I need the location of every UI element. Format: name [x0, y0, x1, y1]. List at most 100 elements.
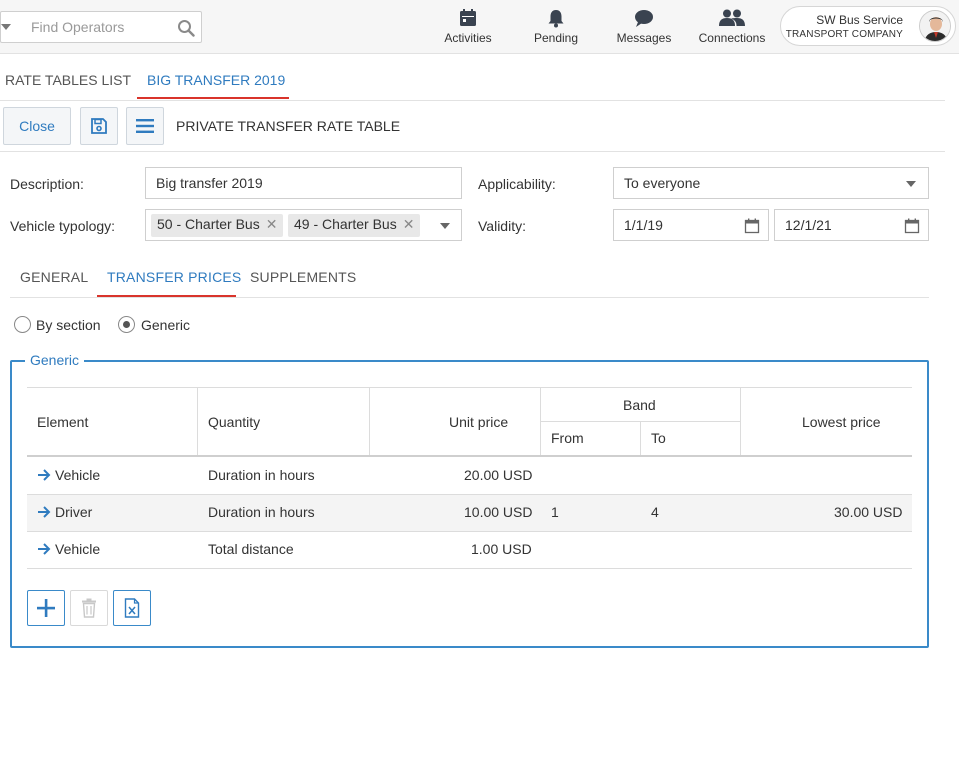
user-menu[interactable]: SW Bus Service TRANSPORT COMPANY: [780, 6, 956, 46]
active-tab-indicator: [137, 97, 289, 99]
export-excel-button[interactable]: [113, 590, 151, 626]
document-tabs: RATE TABLES LIST BIG TRANSFER 2019: [0, 54, 945, 101]
cell-quantity: Duration in hours: [208, 504, 315, 520]
calendar-icon[interactable]: [904, 218, 920, 234]
row-divider: [27, 568, 912, 569]
table-border: [27, 387, 912, 388]
cell-to: 4: [651, 504, 659, 520]
description-input[interactable]: [146, 168, 461, 198]
column-header-to[interactable]: To: [651, 430, 666, 446]
nav-label: Connections: [698, 31, 766, 45]
validity-label: Validity:: [478, 218, 526, 234]
top-bar: Activities Pending Messages Connections …: [0, 0, 959, 54]
tab-transfer-prices[interactable]: TRANSFER PRICES: [107, 269, 241, 285]
remove-chip-icon[interactable]: ✕: [403, 216, 415, 232]
tab-rate-tables-list[interactable]: RATE TABLES LIST: [5, 72, 131, 88]
table-border: [369, 387, 370, 455]
column-header-quantity[interactable]: Quantity: [208, 414, 260, 430]
add-row-button[interactable]: [27, 590, 65, 626]
excel-file-icon: [124, 598, 140, 618]
arrow-right-icon: [38, 506, 51, 518]
vehicle-chip: 49 - Charter Bus ✕: [288, 214, 421, 237]
search-icon[interactable]: [177, 19, 195, 37]
trash-icon: [82, 598, 96, 618]
validity-from-field[interactable]: 1/1/19: [613, 209, 769, 241]
arrow-right-icon: [38, 469, 51, 481]
column-header-band: Band: [623, 397, 656, 413]
cell-unit-price: 10.00 USD: [464, 504, 533, 520]
calendar-icon[interactable]: [744, 218, 760, 234]
nav-label: Activities: [444, 31, 492, 45]
tab-supplements[interactable]: SUPPLEMENTS: [250, 269, 356, 285]
search-input[interactable]: [31, 16, 171, 38]
nav-connections[interactable]: Connections: [694, 8, 770, 50]
nav-activities[interactable]: Activities: [440, 8, 496, 50]
description-field[interactable]: [145, 167, 462, 199]
plus-icon: [37, 599, 55, 617]
remove-chip-icon[interactable]: ✕: [266, 216, 278, 232]
cell-element-label: Vehicle: [55, 467, 101, 483]
menu-button[interactable]: [126, 107, 164, 145]
tab-general[interactable]: GENERAL: [20, 269, 88, 285]
table-border: [27, 455, 912, 457]
page-title: PRIVATE TRANSFER RATE TABLE: [176, 118, 401, 134]
nav-messages[interactable]: Messages: [612, 8, 676, 50]
applicability-select[interactable]: To everyone: [613, 167, 929, 199]
column-header-from[interactable]: From: [551, 430, 584, 446]
tab-big-transfer-2019[interactable]: BIG TRANSFER 2019: [147, 72, 285, 88]
user-company: TRANSPORT COMPANY: [785, 29, 903, 40]
section-tabs: GENERAL TRANSFER PRICES SUPPLEMENTS: [10, 255, 929, 298]
column-header-unit-price[interactable]: Unit price: [449, 414, 508, 430]
save-button[interactable]: [80, 107, 118, 145]
delete-row-button[interactable]: [70, 590, 108, 626]
cell-element: Vehicle: [37, 467, 100, 483]
description-label: Description:: [10, 176, 84, 192]
nav-pending[interactable]: Pending: [530, 8, 582, 50]
avatar[interactable]: [919, 10, 951, 42]
applicability-value: To everyone: [624, 175, 701, 191]
nav-label: Messages: [616, 31, 672, 45]
vehicle-chip-label: 50 - Charter Bus: [157, 216, 260, 232]
table-border: [740, 387, 741, 455]
hamburger-menu-icon: [136, 119, 154, 133]
vehicle-chip-label: 49 - Charter Bus: [294, 216, 397, 232]
cell-element-label: Driver: [55, 504, 93, 520]
cell-element: Vehicle: [37, 541, 100, 557]
active-tab-indicator: [97, 295, 236, 297]
cell-unit-price: 1.00 USD: [471, 541, 532, 557]
cell-unit-price: 20.00 USD: [464, 467, 533, 483]
arrow-right-icon: [38, 543, 51, 555]
radio-by-section-label[interactable]: By section: [36, 317, 101, 333]
validity-to-field[interactable]: 12/1/21: [774, 209, 929, 241]
chevron-down-icon[interactable]: [1, 24, 11, 30]
chevron-down-icon[interactable]: [906, 181, 916, 187]
floppy-disk-icon: [91, 118, 107, 134]
column-header-element[interactable]: Element: [37, 414, 88, 430]
vehicle-chip: 50 - Charter Bus ✕: [151, 214, 284, 237]
close-button[interactable]: Close: [3, 107, 71, 145]
cell-element-label: Vehicle: [55, 541, 101, 557]
avatar-image: [920, 11, 950, 41]
vehicle-typology-label: Vehicle typology:: [10, 218, 116, 234]
user-name: SW Bus Service: [816, 13, 903, 27]
chevron-down-icon[interactable]: [440, 223, 450, 229]
operator-search[interactable]: [0, 11, 202, 43]
radio-generic[interactable]: [118, 316, 135, 333]
users-icon: [719, 9, 745, 26]
validity-to-value: 12/1/21: [785, 217, 832, 233]
applicability-label: Applicability:: [478, 176, 556, 192]
chat-icon: [635, 10, 653, 27]
table-border: [640, 421, 641, 455]
fieldset-legend: Generic: [25, 352, 85, 368]
bell-icon: [548, 10, 564, 28]
toolbar: Close PRIVATE TRANSFER RATE TABLE: [0, 101, 945, 152]
cell-quantity: Total distance: [208, 541, 294, 557]
radio-generic-label[interactable]: Generic: [141, 317, 190, 333]
column-header-lowest-price[interactable]: Lowest price: [802, 414, 881, 430]
cell-quantity: Duration in hours: [208, 467, 315, 483]
radio-by-section[interactable]: [14, 316, 31, 333]
vehicle-typology-multiselect[interactable]: 50 - Charter Bus ✕ 49 - Charter Bus ✕: [145, 209, 462, 241]
row-divider: [27, 531, 912, 532]
table-border: [197, 387, 198, 455]
nav-label: Pending: [533, 31, 579, 45]
